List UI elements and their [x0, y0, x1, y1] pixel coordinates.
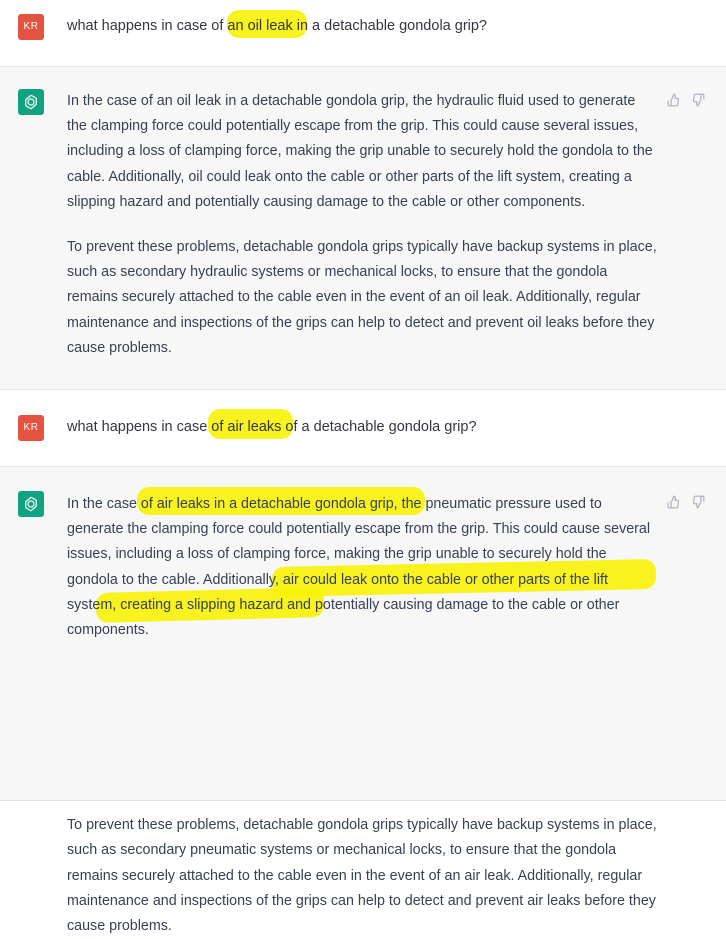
user-avatar: KR	[18, 415, 44, 441]
assistant-paragraph: In the case of an oil leak in a detachab…	[67, 93, 653, 210]
thumbs-down-icon[interactable]	[691, 495, 705, 509]
assistant-avatar	[18, 491, 44, 517]
assistant-paragraph: To prevent these problems, detachable go…	[67, 817, 657, 935]
user-message-2: KR what happens in case of air leaks of …	[0, 390, 726, 467]
feedback-buttons	[667, 93, 711, 112]
user-message-text: what happens in case of air leaks of a d…	[67, 419, 477, 435]
user-message-text: what happens in case of an oil leak in a…	[67, 18, 487, 34]
assistant-message-2: In the case of air leaks in a detachable…	[0, 467, 726, 934]
thumbs-down-icon[interactable]	[691, 93, 705, 107]
assistant-paragraph: In the case of air leaks in a detachable…	[67, 496, 651, 639]
openai-logo-icon	[25, 496, 37, 512]
user-message-1: KR what happens in case of an oil leak i…	[0, 0, 726, 67]
thumbs-up-icon[interactable]	[667, 495, 681, 509]
thumbs-up-icon[interactable]	[667, 93, 681, 107]
openai-logo-icon	[25, 94, 37, 110]
feedback-buttons	[667, 495, 711, 514]
assistant-paragraph: To prevent these problems, detachable go…	[67, 239, 657, 356]
assistant-message-1: In the case of an oil leak in a detachab…	[0, 67, 726, 390]
user-avatar: KR	[18, 14, 44, 40]
assistant-avatar	[18, 89, 44, 115]
